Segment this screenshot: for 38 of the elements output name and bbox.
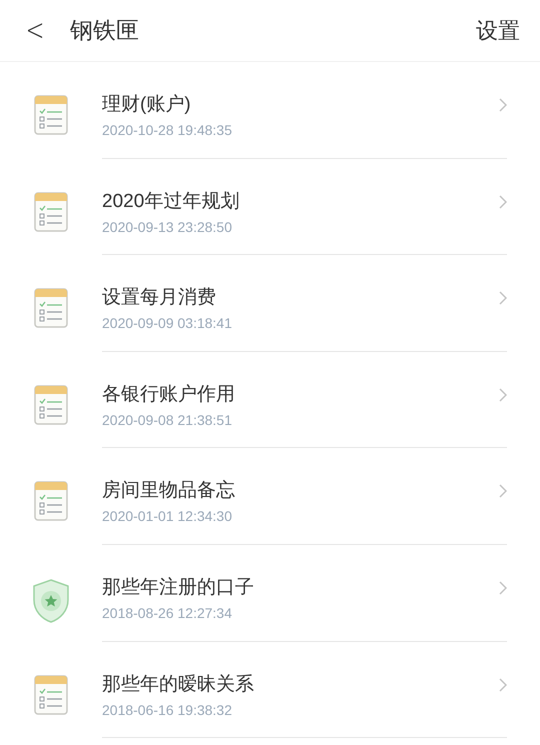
note-list-item[interactable]: 设置每月消费 2020-09-09 03:18:41	[0, 255, 540, 352]
note-title: 2020年过年规划	[102, 190, 240, 214]
note-timestamp: 2020-10-28 19:48:35	[102, 121, 232, 140]
note-list-item[interactable]: 理财(账户) 2020-10-28 19:48:35	[0, 62, 540, 159]
note-timestamp: 2020-09-08 21:38:51	[102, 410, 233, 430]
note-list-item[interactable]: 2020年过年规划 2020-09-13 23:28:50	[0, 158, 540, 256]
note-list-item[interactable]: 房间里物品备忘 2020-01-01 12:34:30	[0, 448, 540, 545]
chevron-right-icon	[499, 678, 507, 692]
note-title: 理财(账户)	[102, 93, 192, 117]
note-timestamp: 2020-09-09 03:18:41	[102, 314, 232, 334]
checklist-note-icon	[34, 288, 68, 328]
checklist-note-icon	[34, 192, 68, 232]
checklist-note-icon	[34, 674, 68, 715]
shield-star-icon	[31, 578, 71, 624]
note-title: 设置每月消费	[102, 286, 217, 310]
note-timestamp: 2018-06-16 19:38:32	[102, 700, 233, 720]
back-button[interactable]: <	[24, 16, 46, 46]
chevron-right-icon	[499, 98, 507, 112]
note-title: 各银行账户作用	[102, 382, 235, 407]
note-list-item[interactable]: 那些年注册的口子 2018-08-26 12:27:34	[0, 544, 540, 642]
chevron-right-icon	[499, 291, 507, 306]
note-list-item[interactable]: 各银行账户作用 2020-09-08 21:38:51	[0, 352, 540, 448]
checklist-note-icon	[34, 95, 68, 135]
note-list-item[interactable]: 那些年的暧昧关系 2018-06-16 19:38:32	[0, 642, 540, 738]
chevron-right-icon	[499, 194, 507, 209]
checklist-note-icon	[34, 384, 68, 425]
note-timestamp: 2020-01-01 12:34:30	[102, 507, 233, 526]
settings-link[interactable]: 设置	[476, 14, 520, 47]
chevron-right-icon	[499, 388, 507, 402]
note-title: 那些年注册的口子	[102, 576, 254, 600]
chevron-right-icon	[499, 580, 507, 595]
chevron-right-icon	[499, 484, 507, 498]
checklist-note-icon	[34, 481, 68, 522]
note-title: 那些年的暧昧关系	[102, 672, 254, 697]
note-timestamp: 2020-09-13 23:28:50	[102, 218, 233, 237]
note-title: 房间里物品备忘	[102, 478, 235, 504]
note-timestamp: 2018-08-26 12:27:34	[102, 604, 233, 623]
page-title: 钢铁匣	[70, 16, 139, 46]
